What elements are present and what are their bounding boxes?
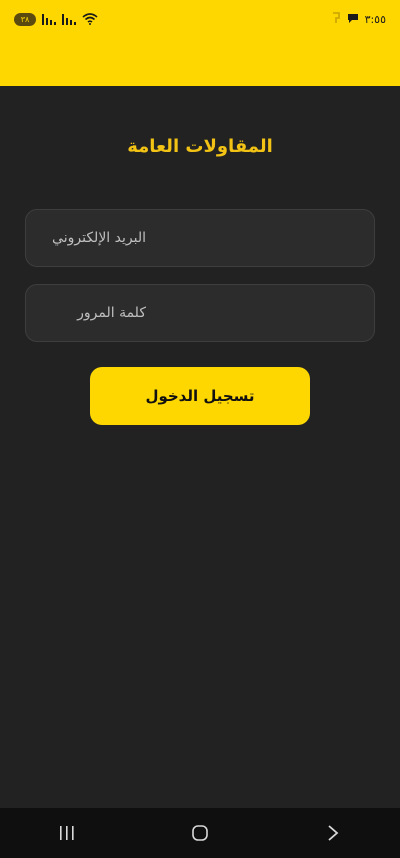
message-icon xyxy=(347,12,359,27)
signal-icon xyxy=(42,13,56,25)
password-field-container xyxy=(25,284,375,342)
notification-icon xyxy=(331,11,341,27)
back-icon[interactable] xyxy=(313,813,353,853)
login-button[interactable]: تسجيل الدخول xyxy=(90,367,310,425)
email-field[interactable] xyxy=(26,210,374,266)
password-field[interactable] xyxy=(26,285,374,341)
signal-icon-2 xyxy=(62,13,76,25)
status-bar: ٣٨ ٣:٥٥ xyxy=(0,0,400,38)
system-navigation-bar xyxy=(0,808,400,858)
battery-icon: ٣٨ xyxy=(14,12,36,26)
home-icon[interactable] xyxy=(180,813,220,853)
email-field-container xyxy=(25,209,375,267)
wifi-icon xyxy=(82,13,98,25)
page-title: المقاولات العامة xyxy=(127,136,273,157)
status-left: ٣٨ xyxy=(14,12,98,26)
clock: ٣:٥٥ xyxy=(364,12,386,26)
recent-apps-icon[interactable] xyxy=(47,813,87,853)
status-right: ٣:٥٥ xyxy=(331,11,386,27)
